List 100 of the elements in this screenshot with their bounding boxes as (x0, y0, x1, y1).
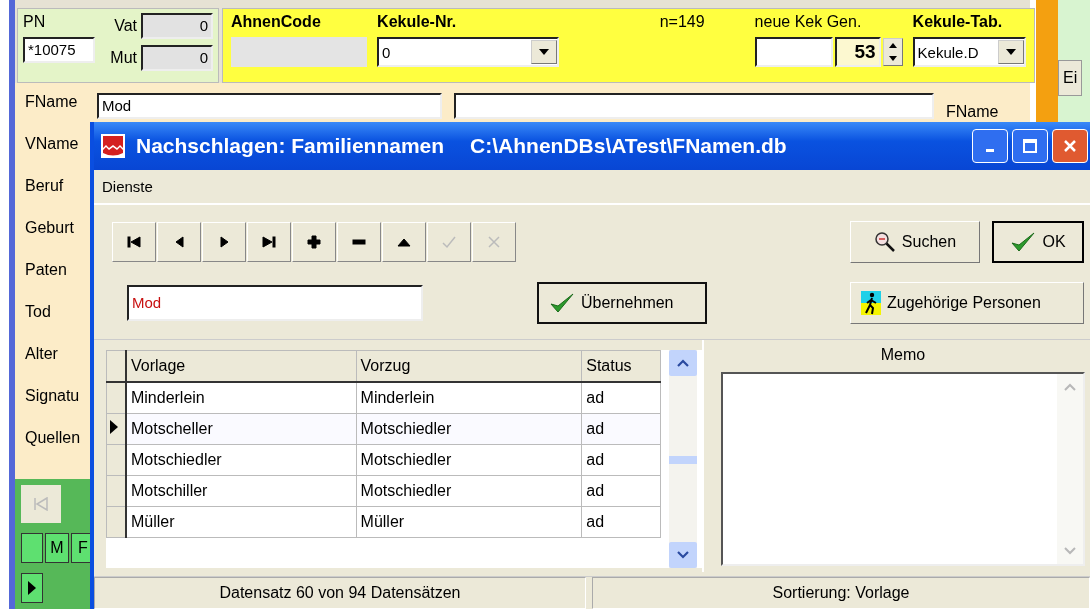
app-icon (100, 132, 126, 159)
field-label: Quellen (25, 429, 82, 449)
cancel-icon (486, 234, 502, 250)
status-text: Sortierung: Vorlage (592, 577, 1090, 609)
row-indicator[interactable] (106, 444, 126, 476)
field-label: FName (946, 102, 999, 122)
field-label: Geburt (25, 219, 75, 239)
minimize-icon (986, 149, 994, 153)
check-icon (1010, 231, 1037, 253)
table-cell: Müller (356, 506, 582, 538)
current-row-icon (27, 580, 37, 596)
walking-figure-icon (861, 291, 881, 315)
field-label: VName (25, 135, 80, 155)
close-button[interactable] (1052, 128, 1088, 163)
up-arrow-icon (888, 43, 897, 48)
memo-field[interactable] (721, 372, 1085, 566)
insert-icon (306, 234, 322, 250)
new-generation-field[interactable] (754, 37, 833, 67)
table-cell: ad (581, 475, 661, 507)
table-cell: ad (581, 444, 661, 476)
scrollbar[interactable] (669, 350, 697, 568)
side-button[interactable]: Ei (1058, 60, 1083, 96)
field-label: Alter (25, 345, 59, 365)
row-indicator[interactable] (106, 475, 126, 507)
menu-item[interactable]: Dienste (102, 177, 153, 195)
prior-button[interactable] (157, 222, 201, 262)
vat-label: Vat (113, 17, 137, 35)
mut-label: Mut (109, 49, 137, 67)
table-cell: Müller (125, 506, 357, 538)
field-label: Paten (25, 261, 68, 281)
window-title: Nachschlagen: Familiennamen (136, 133, 445, 158)
first-icon (126, 234, 142, 250)
field-label: FName (25, 93, 79, 113)
pn-field[interactable]: *10075 (23, 37, 95, 63)
scroll-down-icon[interactable] (677, 550, 689, 560)
table-cell: ad (581, 382, 661, 414)
next-button[interactable] (202, 222, 246, 262)
lookup-field[interactable]: Mod (127, 285, 423, 321)
table-cell: Motschiedler (356, 444, 582, 476)
table-cell: Minderlein (125, 382, 357, 414)
generation-field[interactable]: 53 (834, 37, 881, 67)
scroll-up-icon[interactable] (677, 358, 689, 368)
pn-label: PN (23, 13, 47, 31)
scroll-thumb[interactable] (669, 456, 697, 464)
scroll-up-icon (1064, 382, 1076, 392)
row-indicator[interactable] (106, 506, 126, 538)
close-icon (1062, 137, 1078, 154)
kekule-nr-dropdown[interactable]: 0 (377, 37, 559, 67)
field-label: Beruf (25, 177, 65, 197)
grid-corner (106, 350, 126, 382)
down-arrow-icon (888, 56, 897, 61)
check-icon (549, 292, 575, 314)
search-icon (873, 231, 896, 253)
file-path: C:\AhnenDBs\ATest\FNamen.db (470, 133, 787, 158)
table-cell: ad (581, 413, 661, 445)
ok-button[interactable]: OK (992, 221, 1084, 263)
table-cell: ad (581, 506, 661, 538)
row-indicator[interactable] (106, 382, 126, 414)
insert-button[interactable] (292, 222, 336, 262)
table-cell: Motschiedler (356, 413, 582, 445)
maximize-icon (1022, 137, 1038, 154)
column-header[interactable]: Status (581, 350, 661, 382)
table-cell: Motschiedler (356, 475, 582, 507)
maximize-button[interactable] (1012, 128, 1048, 163)
first-record-icon (33, 497, 49, 511)
vat-field: 0 (141, 13, 213, 39)
related-persons-button[interactable]: Zugehörige Personen (850, 282, 1084, 324)
column-header: M (45, 533, 69, 563)
kekule-nr-label: Kekule-Nr. (377, 13, 458, 31)
new-generation-label: neue Kek Gen. (754, 13, 863, 31)
family-name-field[interactable]: Mod (97, 93, 442, 120)
delete-button[interactable] (337, 222, 381, 262)
dropdown-arrow-icon[interactable] (1006, 49, 1016, 55)
kekule-tab-label: Kekule-Tab. (912, 13, 1004, 31)
row-indicator[interactable] (106, 413, 126, 445)
memo-label: Memo (880, 346, 926, 364)
field-label: Tod (25, 303, 52, 323)
scroll-down-icon (1064, 546, 1076, 556)
apply-button[interactable]: Übernehmen (537, 282, 707, 324)
grid-corner (21, 533, 43, 563)
dropdown-arrow-icon[interactable] (538, 49, 549, 55)
minimize-button[interactable] (972, 128, 1008, 163)
kekule-tab-dropdown[interactable]: Kekule.D (912, 37, 1026, 67)
current-row-icon (109, 419, 119, 435)
field-label: Signatu (25, 387, 81, 407)
mut-field: 0 (141, 45, 213, 71)
first-button[interactable] (112, 222, 156, 262)
last-button[interactable] (247, 222, 291, 262)
search-button[interactable]: Suchen (850, 221, 980, 263)
last-icon (261, 234, 277, 250)
name-field[interactable] (454, 93, 934, 120)
ahnencode-label: AhnenCode (231, 13, 322, 31)
column-header[interactable]: Vorlage (125, 350, 357, 382)
table-cell: Motscheller (125, 413, 357, 445)
status-text: Datensatz 60 von 94 Datensätzen (94, 577, 586, 609)
column-header[interactable]: Vorzug (356, 350, 582, 382)
post-icon (441, 234, 457, 250)
count-label: n=149 (659, 13, 705, 31)
table-cell: Minderlein (356, 382, 582, 414)
edit-button[interactable] (382, 222, 426, 262)
